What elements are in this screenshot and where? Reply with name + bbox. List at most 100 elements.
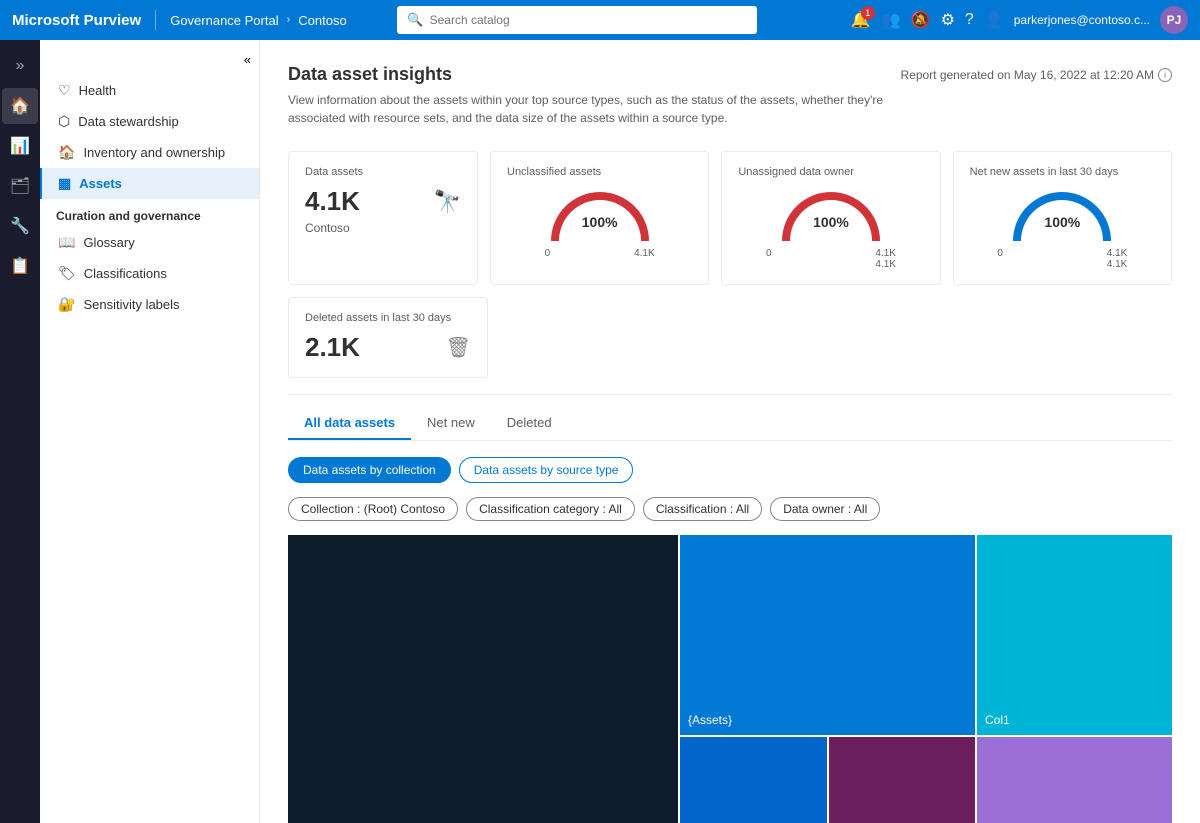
rail-expand[interactable]: »	[2, 48, 38, 84]
deleted-value: 2.1K	[305, 332, 360, 363]
sidebar-item-health[interactable]: ♡ Health	[40, 75, 259, 106]
page-subtitle: View information about the assets within…	[288, 91, 900, 127]
tick-max-top-2: 4.1K	[875, 248, 896, 259]
page-header-left: Data asset insights View information abo…	[288, 64, 900, 133]
sidebar-item-assets[interactable]: ▦ Assets	[40, 168, 259, 199]
toggle-row: Data assets by collection Data assets by…	[288, 457, 1172, 483]
data-assets-card: Data assets 4.1K 🔭 Contoso	[288, 151, 478, 285]
bell-icon[interactable]: 🔕	[911, 10, 931, 30]
sidebar-label-health: Health	[79, 83, 117, 98]
data-assets-value: 4.1K	[305, 186, 360, 217]
assets-icon: ▦	[58, 175, 71, 192]
data-assets-label: Data assets	[305, 166, 461, 178]
tab-deleted[interactable]: Deleted	[491, 407, 568, 440]
section-divider	[288, 394, 1172, 395]
unclassified-ticks: 0 4.1K	[545, 248, 655, 259]
filter-collection[interactable]: Collection : (Root) Contoso	[288, 497, 458, 521]
trash-icon: 🗑	[446, 335, 471, 360]
rail-home[interactable]: 🏠	[2, 88, 38, 124]
tabs-row: All data assets Net new Deleted	[288, 407, 1172, 441]
health-icon: ♡	[58, 82, 71, 99]
sidebar-item-inventory[interactable]: 🏠 Inventory and ownership	[40, 137, 259, 168]
sidebar-item-classifications[interactable]: 🏷 Classifications	[40, 258, 259, 289]
treemap-right: Col1 entitytestm...	[977, 535, 1172, 823]
topbar: Microsoft Purview Governance Portal › Co…	[0, 0, 1200, 40]
treemap-col1[interactable]: Col1	[977, 535, 1172, 735]
report-generated-label: Report generated on May 16, 2022 at 12:2…	[900, 68, 1154, 82]
search-bar[interactable]: 🔍	[397, 6, 757, 34]
treemap-mid-bottom: Col2 entitytestmove2	[680, 737, 975, 823]
rail-insights[interactable]: 📊	[2, 128, 38, 164]
tab-all-data-assets[interactable]: All data assets	[288, 407, 411, 440]
tab-net-new[interactable]: Net new	[411, 407, 491, 440]
sidebar-label-glossary: Glossary	[83, 235, 134, 250]
sidebar-item-data-stewardship[interactable]: ⬡ Data stewardship	[40, 106, 259, 137]
tick-max-top-3: 4.1K	[1107, 248, 1128, 259]
portal-label: Governance Portal	[170, 13, 278, 28]
treemap-mid: {Assets} Col2 entitytestmove2	[680, 535, 975, 823]
net-new-pct: 100%	[1044, 214, 1080, 230]
app-logo: Microsoft Purview	[12, 12, 141, 29]
user-email: parkerjones@contoso.c...	[1014, 13, 1150, 27]
net-new-card: Net new assets in last 30 days 100% 0 4.…	[953, 151, 1172, 285]
filter-data-owner[interactable]: Data owner : All	[770, 497, 880, 521]
data-assets-sub: Contoso	[305, 221, 461, 235]
stewardship-icon: ⬡	[58, 113, 70, 130]
col1-label: Col1	[985, 713, 1010, 727]
unclassified-gauge: 100%	[545, 186, 655, 244]
classifications-icon: 🏷	[58, 265, 76, 282]
search-input[interactable]	[430, 13, 748, 27]
rail-catalog[interactable]: 🗂	[2, 168, 38, 204]
topbar-actions: 🔔 1 👥 🔕 ⚙ ? 👤 parkerjones@contoso.c... P…	[851, 6, 1188, 34]
tick-max-bot-3: 4.1K	[1107, 259, 1128, 270]
unassigned-ticks: 0 4.1K 4.1K	[766, 248, 896, 270]
info-icon: i	[1158, 68, 1172, 82]
net-new-label: Net new assets in last 30 days	[970, 166, 1119, 178]
sidebar-label-sensitivity: Sensitivity labels	[83, 297, 179, 312]
curation-group-label: Curation and governance	[40, 199, 259, 227]
topbar-divider	[155, 10, 156, 30]
help-icon[interactable]: ?	[965, 11, 974, 29]
sidebar-item-glossary[interactable]: 📖 Glossary	[40, 227, 259, 258]
avatar[interactable]: PJ	[1160, 6, 1188, 34]
toggle-by-source[interactable]: Data assets by source type	[459, 457, 634, 483]
notification-icon[interactable]: 🔔 1	[851, 10, 871, 30]
page-title: Data asset insights	[288, 64, 900, 85]
net-new-ticks: 0 4.1K 4.1K	[997, 248, 1127, 270]
sidebar-label-classifications: Classifications	[84, 266, 167, 281]
sidebar-label-inventory: Inventory and ownership	[83, 145, 225, 160]
search-icon: 🔍	[407, 12, 423, 28]
tick-min: 0	[545, 248, 551, 259]
rail-manage[interactable]: 🔧	[2, 208, 38, 244]
unassigned-pct: 100%	[813, 214, 849, 230]
gear-icon[interactable]: ⚙	[941, 10, 955, 30]
deleted-row: Deleted assets in last 30 days 2.1K 🗑	[288, 297, 1172, 378]
treemap-assets[interactable]: {Assets}	[680, 535, 975, 735]
tick-min-2: 0	[766, 248, 772, 270]
assets-label: {Assets}	[688, 713, 732, 727]
people-icon[interactable]: 👥	[881, 10, 901, 30]
icon-rail: » 🏠 📊 🗂 🔧 📋	[0, 40, 40, 823]
tick-max: 4.1K	[634, 248, 655, 259]
rail-policy[interactable]: 📋	[2, 248, 38, 284]
sidebar-item-sensitivity[interactable]: 🔐 Sensitivity labels	[40, 289, 259, 320]
inventory-icon: 🏠	[58, 144, 75, 161]
unassigned-card: Unassigned data owner 100% 0 4.1K 4.1K	[721, 151, 940, 285]
toggle-by-collection[interactable]: Data assets by collection	[288, 457, 451, 483]
sidebar-collapse-btn[interactable]: «	[40, 48, 259, 75]
sidebar-label-assets: Assets	[79, 176, 122, 191]
sensitivity-icon: 🔐	[58, 296, 75, 313]
treemap-entity2[interactable]: entitytestmove2	[829, 737, 976, 823]
notification-badge: 1	[861, 6, 875, 20]
user-icon[interactable]: 👤	[984, 10, 1004, 30]
treemap-entitym[interactable]: entitytestm...	[977, 737, 1172, 823]
summary-cards-row: Data assets 4.1K 🔭 Contoso Unclassified …	[288, 151, 1172, 285]
filter-classification-cat[interactable]: Classification category : All	[466, 497, 635, 521]
unclassified-pct: 100%	[582, 214, 618, 230]
unclassified-card: Unclassified assets 100% 0 4.1K	[490, 151, 709, 285]
treemap-col2[interactable]: Col2	[680, 737, 827, 823]
treemap-master[interactable]: MasterCollection	[288, 535, 678, 823]
treemap: MasterCollection {Assets} Col2 entitytes…	[288, 535, 1172, 823]
filter-classification[interactable]: Classification : All	[643, 497, 762, 521]
unassigned-gauge: 100%	[776, 186, 886, 244]
